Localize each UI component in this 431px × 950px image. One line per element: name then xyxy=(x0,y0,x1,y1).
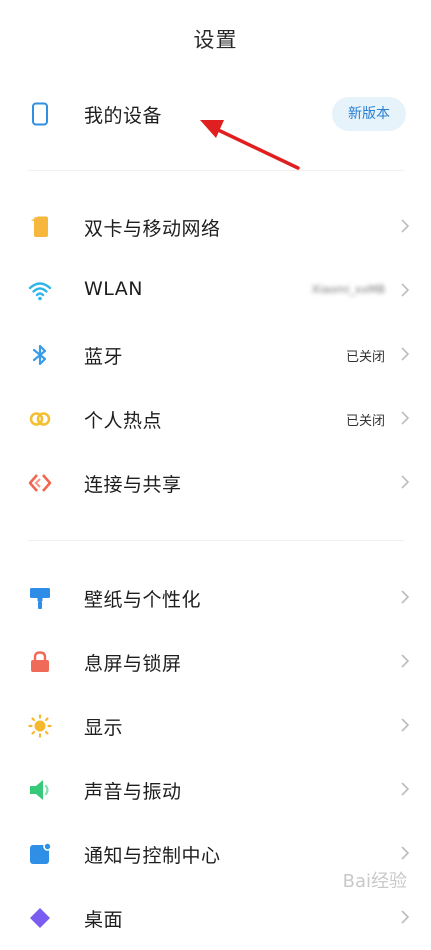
my-device-label: 我的设备 xyxy=(84,105,163,127)
display-row[interactable]: 显示 xyxy=(0,694,431,758)
chevron-right-icon xyxy=(401,283,410,297)
wlan-label: WLAN xyxy=(84,278,144,300)
bluetooth-icon xyxy=(32,344,47,366)
chevron-right-icon xyxy=(401,782,410,796)
sun-icon xyxy=(28,714,52,738)
new-version-badge[interactable]: 新版本 xyxy=(332,97,406,131)
connection-sharing-label: 连接与共享 xyxy=(84,474,182,496)
divider xyxy=(28,540,404,541)
chevron-right-icon xyxy=(401,718,410,732)
chevron-right-icon xyxy=(401,347,410,361)
wlan-network-name: Xiaomi_xxMB xyxy=(311,283,385,296)
connection-sharing-row[interactable]: 连接与共享 xyxy=(0,451,431,515)
bluetooth-status: 已关闭 xyxy=(345,350,385,365)
lock-icon xyxy=(31,651,49,672)
sim-network-label: 双卡与移动网络 xyxy=(84,218,221,240)
divider xyxy=(28,170,404,171)
chevron-right-icon xyxy=(401,654,410,668)
wifi-icon xyxy=(28,282,52,301)
sim-network-row[interactable]: 双卡与移动网络 xyxy=(0,195,431,259)
watermark-logo: Bai经验 xyxy=(342,871,407,892)
display-label: 显示 xyxy=(84,717,124,739)
hotspot-row[interactable]: 个人热点 已关闭 xyxy=(0,387,431,451)
bluetooth-label: 蓝牙 xyxy=(84,346,124,368)
speaker-icon xyxy=(30,780,49,800)
chevron-right-icon xyxy=(401,219,410,233)
home-screen-icon xyxy=(30,908,50,928)
chevron-right-icon xyxy=(401,475,410,489)
sim-card-icon xyxy=(31,216,48,237)
bluetooth-row[interactable]: 蓝牙 已关闭 xyxy=(0,323,431,387)
chevron-right-icon xyxy=(401,910,410,924)
home-screen-label: 桌面 xyxy=(84,909,124,931)
hotspot-icon xyxy=(29,412,51,426)
chevron-right-icon xyxy=(401,846,410,860)
chevron-right-icon xyxy=(401,411,410,425)
share-icon xyxy=(28,474,52,492)
home-screen-row[interactable]: 桌面 xyxy=(0,886,431,950)
annotation-arrow xyxy=(200,120,300,170)
wallpaper-label: 壁纸与个性化 xyxy=(84,589,202,611)
page-title: 设置 xyxy=(193,28,238,52)
paint-roller-icon xyxy=(30,588,50,609)
notification-icon xyxy=(30,842,52,864)
chevron-right-icon xyxy=(401,590,410,604)
sound-row[interactable]: 声音与振动 xyxy=(0,758,431,822)
lock-screen-row[interactable]: 息屏与锁屏 xyxy=(0,630,431,694)
phone-icon xyxy=(32,102,48,126)
lock-screen-label: 息屏与锁屏 xyxy=(84,653,182,675)
wlan-row[interactable]: WLAN Xiaomi_xxMB xyxy=(0,259,431,323)
sound-label: 声音与振动 xyxy=(84,781,182,803)
notification-label: 通知与控制中心 xyxy=(84,845,221,867)
wallpaper-row[interactable]: 壁纸与个性化 xyxy=(0,566,431,630)
hotspot-label: 个人热点 xyxy=(84,410,163,432)
hotspot-status: 已关闭 xyxy=(345,414,385,429)
